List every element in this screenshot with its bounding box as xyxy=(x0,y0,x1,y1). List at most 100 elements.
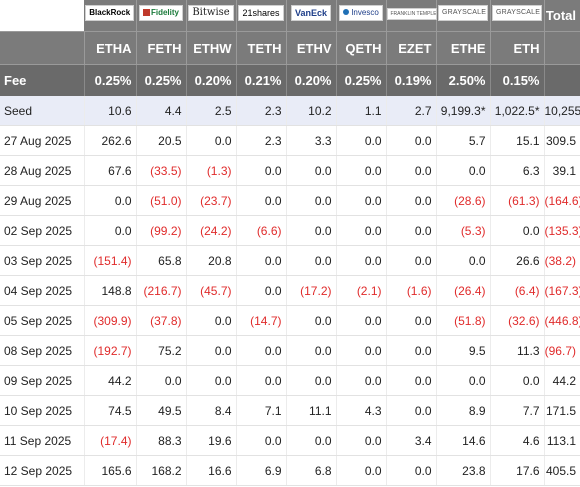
flow-cell: 0.0 xyxy=(186,125,237,156)
fee-teth: 0.21% xyxy=(236,64,287,96)
flow-cell: (309.9) xyxy=(84,305,137,336)
flow-cell: 0.0 xyxy=(386,305,437,336)
flow-cell: 0.0 xyxy=(236,365,287,396)
flow-cell: 0.0 xyxy=(436,155,491,186)
flow-cell: 0.0 xyxy=(386,335,437,366)
grayscale-mini-logo: GRAYSCALE xyxy=(492,5,542,21)
flow-cell: 0.0 xyxy=(336,245,387,276)
flow-cell: 15.1 xyxy=(490,125,545,156)
blackrock-logo: BlackRock xyxy=(85,5,135,21)
row-total-cell: (164.6) xyxy=(544,185,580,216)
row-total-cell: (96.7) xyxy=(544,335,580,366)
fee-ethv: 0.20% xyxy=(286,64,337,96)
flow-cell: 88.3 xyxy=(136,425,187,456)
flow-cell: 0.0 xyxy=(386,395,437,426)
fee-ezet: 0.19% xyxy=(386,64,437,96)
seed-row: Seed 10.6 4.4 2.5 2.3 10.2 1.1 2.7 9,199.3* 1,022… xyxy=(0,96,580,126)
table-row: 29 Aug 2025 0.0 (51.0) (23.7) 0.0 0.0 0.0 0.0 (2… xyxy=(0,185,580,216)
flow-cell: (23.7) xyxy=(186,185,237,216)
table-row: 28 Aug 2025 67.6 (33.5) (1.3) 0.0 0.0 0.0 0.0 0.… xyxy=(0,155,580,186)
ticker-qeth: QETH xyxy=(336,31,387,65)
flow-cell: (61.3) xyxy=(490,185,545,216)
flow-cell: 0.0 xyxy=(186,305,237,336)
flow-cell: 6.8 xyxy=(286,455,337,486)
flow-cell: 165.6 xyxy=(84,455,137,486)
table-row: 11 Sep 2025 (17.4) 88.3 19.6 0.0 0.0 0.0 3.4 14.… xyxy=(0,425,580,456)
flow-cell: (6.4) xyxy=(490,275,545,306)
flow-cell: 0.0 xyxy=(386,455,437,486)
flow-cell: 10.2 xyxy=(286,96,337,126)
flow-cell: 0.0 xyxy=(436,365,491,396)
fee-label: Fee xyxy=(0,64,85,96)
table-row: 03 Sep 2025 (151.4) 65.8 20.8 0.0 0.0 0.0 0.0 0.… xyxy=(0,245,580,276)
flow-cell: (26.4) xyxy=(436,275,491,306)
flow-cell: 0.0 xyxy=(386,125,437,156)
row-total-cell: 39.1 xyxy=(544,155,580,186)
ticker-ethv: ETHV xyxy=(286,31,337,65)
flow-cell: 0.0 xyxy=(236,425,287,456)
row-date-label: 12 Sep 2025 xyxy=(0,455,85,486)
flow-cell: 20.5 xyxy=(136,125,187,156)
flow-cell: 0.0 xyxy=(490,365,545,396)
flow-cell: 0.0 xyxy=(136,365,187,396)
flow-cell: 0.0 xyxy=(490,215,545,246)
row-total-cell: 113.1 xyxy=(544,425,580,456)
flow-cell: 0.0 xyxy=(336,425,387,456)
table-row: 10 Sep 2025 74.5 49.5 8.4 7.1 11.1 4.3 0.0 8.9 7.… xyxy=(0,395,580,426)
21shares-logo: 21shares xyxy=(238,5,284,21)
fee-qeth: 0.25% xyxy=(336,64,387,96)
flow-cell: 0.0 xyxy=(336,455,387,486)
flow-cell: 0.0 xyxy=(336,335,387,366)
corner-cell xyxy=(0,0,84,32)
flow-cell: 3.3 xyxy=(286,125,337,156)
fund-logo-cell: FRANKLIN TEMPLETON xyxy=(386,0,437,32)
row-date-label: 29 Aug 2025 xyxy=(0,185,85,216)
flow-cell: (45.7) xyxy=(186,275,237,306)
row-total-cell: 405.5 xyxy=(544,455,580,486)
ticker-ethe: ETHE xyxy=(436,31,491,65)
flow-cell: 4.6 xyxy=(490,425,545,456)
flow-cell: 20.8 xyxy=(186,245,237,276)
flow-cell: 0.0 xyxy=(336,365,387,396)
flow-cell: 0.0 xyxy=(186,335,237,366)
flow-cell: 0.0 xyxy=(286,245,337,276)
flow-cell: 11.3 xyxy=(490,335,545,366)
ticker-eth: ETH xyxy=(490,31,545,65)
flow-cell: 0.0 xyxy=(84,185,137,216)
table-row: 12 Sep 2025 165.6 168.2 16.6 6.9 6.8 0.0 0.0 23.… xyxy=(0,455,580,486)
fund-logo-cell: Invesco xyxy=(336,0,387,32)
flow-cell: (24.2) xyxy=(186,215,237,246)
fund-logo-cell: GRAYSCALE xyxy=(436,0,491,32)
flow-cell: 0.0 xyxy=(236,155,287,186)
fee-ethw: 0.20% xyxy=(186,64,237,96)
flow-cell: 65.8 xyxy=(136,245,187,276)
row-total-cell: 10,255 xyxy=(544,96,580,126)
flow-cell: (2.1) xyxy=(336,275,387,306)
flow-cell: 2.3 xyxy=(236,96,287,126)
ticker-corner-cell xyxy=(0,31,85,65)
flow-cell: 0.0 xyxy=(286,185,337,216)
row-total-cell: (38.2) xyxy=(544,245,580,276)
fee-feth: 0.25% xyxy=(136,64,187,96)
logo-row: BlackRock Fidelity Bitwise 21shares VanE… xyxy=(0,0,580,32)
invesco-dot-icon xyxy=(343,9,350,15)
row-date-label: 27 Aug 2025 xyxy=(0,125,85,156)
flow-cell: 26.6 xyxy=(490,245,545,276)
flow-cell: 2.5 xyxy=(186,96,237,126)
flow-cell: 0.0 xyxy=(336,125,387,156)
flow-cell: 6.9 xyxy=(236,455,287,486)
flow-cell: 148.8 xyxy=(84,275,137,306)
flow-cell: 0.0 xyxy=(286,155,337,186)
fund-logo-cell: Bitwise xyxy=(186,0,237,32)
flow-cell: 6.3 xyxy=(490,155,545,186)
flow-cell: 0.0 xyxy=(336,305,387,336)
ticker-feth: FETH xyxy=(136,31,187,65)
flow-cell: 67.6 xyxy=(84,155,137,186)
flow-cell: (14.7) xyxy=(236,305,287,336)
flow-cell: 14.6 xyxy=(436,425,491,456)
flow-cell: 0.0 xyxy=(236,185,287,216)
grayscale-logo: GRAYSCALE xyxy=(438,5,488,21)
flow-cell: 0.0 xyxy=(236,275,287,306)
row-date-label: Seed xyxy=(0,96,85,126)
flow-cell: 44.2 xyxy=(84,365,137,396)
